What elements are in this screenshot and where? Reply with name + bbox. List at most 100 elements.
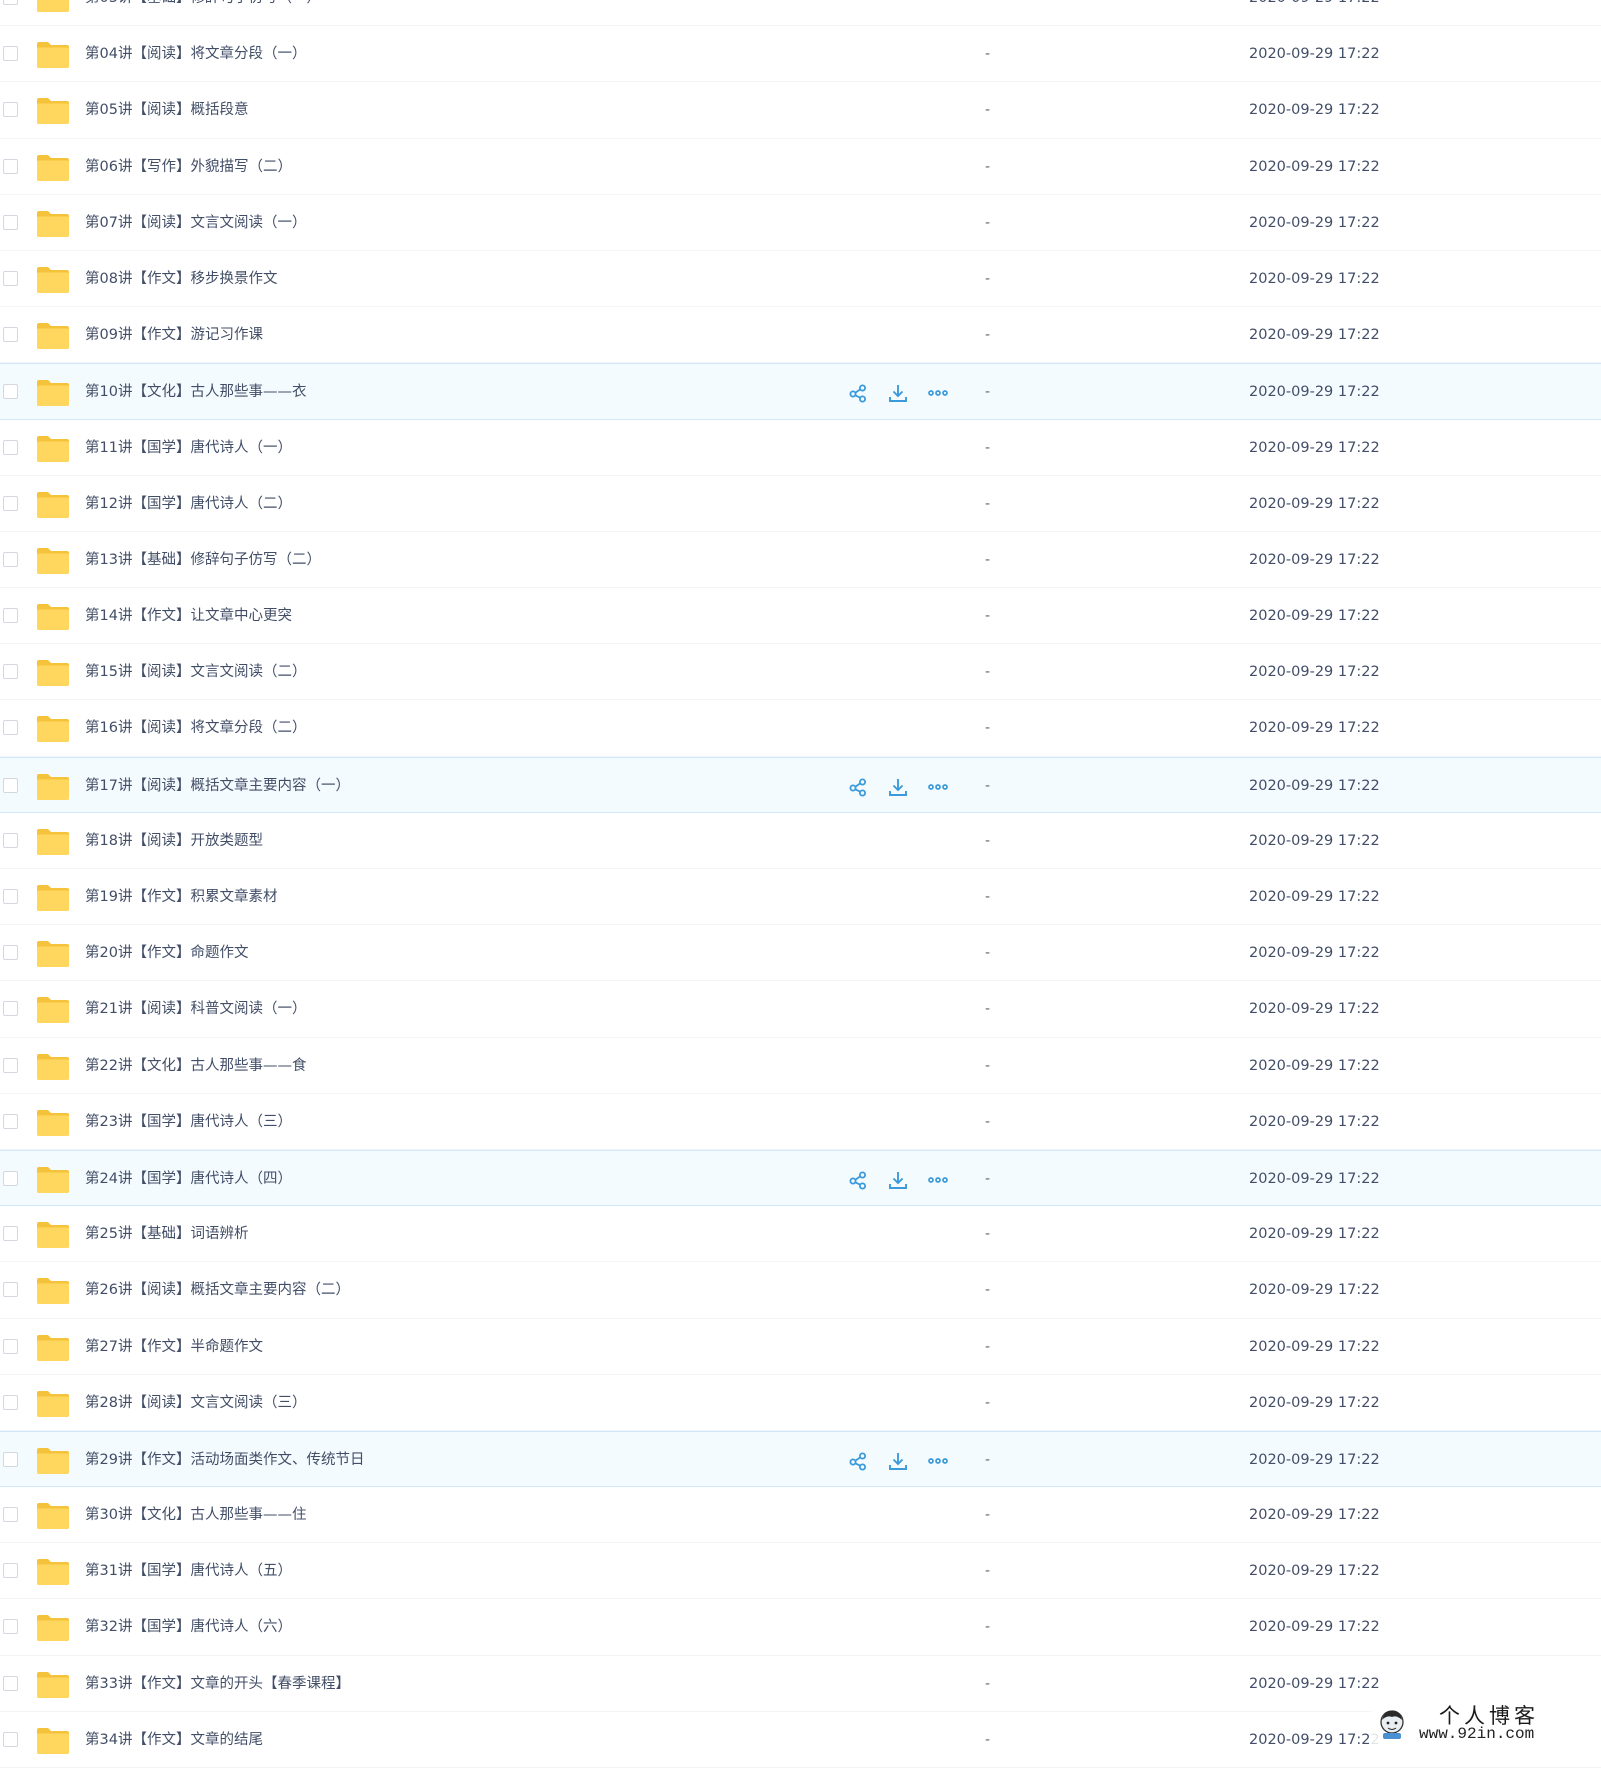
row-checkbox[interactable] (3, 270, 18, 286)
file-name[interactable]: 第03讲【基础】修辞句子仿写（一） (85, 0, 321, 26)
folder-icon[interactable] (36, 322, 70, 350)
row-checkbox[interactable] (3, 720, 18, 736)
file-name[interactable]: 第14讲【作文】让文章中心更突 (85, 588, 292, 644)
folder-icon[interactable] (36, 603, 70, 631)
more-icon[interactable] (926, 1168, 950, 1192)
folder-icon[interactable] (36, 41, 70, 69)
file-name[interactable]: 第29讲【作文】活动场面类作文、传统节日 (85, 1432, 364, 1488)
file-row[interactable]: 第20讲【作文】命题作文 - 2020-09-29 17:22 (0, 925, 1601, 982)
share-icon[interactable] (846, 1449, 870, 1473)
file-row[interactable]: 第25讲【基础】词语辨析 - 2020-09-29 17:22 (0, 1206, 1601, 1263)
row-checkbox[interactable] (3, 889, 18, 904)
row-checkbox[interactable] (3, 1282, 18, 1298)
folder-icon[interactable] (36, 1558, 70, 1586)
row-checkbox[interactable] (3, 551, 18, 567)
download-icon[interactable] (886, 775, 910, 799)
row-checkbox[interactable] (3, 1001, 18, 1017)
row-checkbox[interactable] (3, 158, 18, 174)
file-name[interactable]: 第30讲【文化】古人那些事——住 (85, 1487, 306, 1543)
file-name[interactable]: 第21讲【阅读】科普文阅读（一） (85, 981, 306, 1037)
row-checkbox[interactable] (3, 1731, 18, 1747)
file-row[interactable]: 第14讲【作文】让文章中心更突 - 2020-09-29 17:22 (0, 588, 1601, 645)
file-name[interactable]: 第10讲【文化】古人那些事——衣 (85, 364, 306, 420)
file-name[interactable]: 第32讲【国学】唐代诗人（六） (85, 1599, 292, 1655)
file-row[interactable]: 第15讲【阅读】文言文阅读（二） - 2020-09-29 17:22 (0, 644, 1601, 701)
file-row[interactable]: 第18讲【阅读】开放类题型 - 2020-09-29 17:22 (0, 813, 1601, 869)
row-checkbox[interactable] (3, 214, 18, 230)
row-checkbox[interactable] (3, 327, 18, 343)
file-name[interactable]: 第16讲【阅读】将文章分段（二） (85, 700, 306, 756)
folder-icon[interactable] (36, 1502, 70, 1530)
folder-icon[interactable] (36, 996, 70, 1024)
row-checkbox[interactable] (3, 777, 18, 793)
row-checkbox[interactable] (3, 46, 18, 62)
row-checkbox[interactable] (3, 1113, 18, 1129)
file-name[interactable]: 第04讲【阅读】将文章分段（一） (85, 26, 306, 82)
row-checkbox[interactable] (3, 1675, 18, 1691)
file-name[interactable]: 第33讲【作文】文章的开头【春季课程】 (85, 1656, 350, 1712)
share-icon[interactable] (846, 775, 870, 799)
file-name[interactable]: 第19讲【作文】积累文章素材 (85, 869, 277, 925)
folder-icon[interactable] (36, 773, 70, 801)
folder-icon[interactable] (36, 0, 70, 13)
more-icon[interactable] (926, 381, 950, 405)
row-checkbox[interactable] (3, 1451, 18, 1467)
more-icon[interactable] (926, 1449, 950, 1473)
file-row[interactable]: 第29讲【作文】活动场面类作文、传统节日 - 2020-09-29 17:22 (0, 1430, 1601, 1488)
download-icon[interactable] (886, 1449, 910, 1473)
folder-icon[interactable] (36, 1671, 70, 1699)
folder-icon[interactable] (36, 97, 70, 125)
row-checkbox[interactable] (3, 1619, 18, 1635)
folder-icon[interactable] (36, 1447, 70, 1475)
file-row[interactable]: 第22讲【文化】古人那些事——食 - 2020-09-29 17:22 (0, 1038, 1601, 1094)
share-icon[interactable] (846, 381, 870, 405)
file-row[interactable]: 第05讲【阅读】概括段意 - 2020-09-29 17:22 (0, 82, 1601, 139)
file-row[interactable]: 第33讲【作文】文章的开头【春季课程】 - 2020-09-29 17:22 (0, 1656, 1601, 1712)
file-name[interactable]: 第31讲【国学】唐代诗人（五） (85, 1543, 292, 1599)
file-row[interactable]: 第34讲【作文】文章的结尾 - 2020-09-29 17:22 (0, 1712, 1601, 1768)
folder-icon[interactable] (36, 1277, 70, 1305)
folder-icon[interactable] (36, 1221, 70, 1249)
folder-icon[interactable] (36, 210, 70, 238)
file-row[interactable]: 第07讲【阅读】文言文阅读（一） - 2020-09-29 17:22 (0, 195, 1601, 251)
file-row[interactable]: 第04讲【阅读】将文章分段（一） - 2020-09-29 17:22 (0, 26, 1601, 83)
file-name[interactable]: 第08讲【作文】移步换景作文 (85, 251, 277, 307)
file-row[interactable]: 第21讲【阅读】科普文阅读（一） - 2020-09-29 17:22 (0, 981, 1601, 1038)
file-row[interactable]: 第12讲【国学】唐代诗人（二） - 2020-09-29 17:22 (0, 476, 1601, 532)
folder-icon[interactable] (36, 1053, 70, 1081)
row-checkbox[interactable] (3, 384, 18, 400)
file-row[interactable]: 第06讲【写作】外貌描写（二） - 2020-09-29 17:22 (0, 139, 1601, 195)
row-checkbox[interactable] (3, 495, 18, 511)
row-checkbox[interactable] (3, 832, 18, 848)
file-row[interactable]: 第31讲【国学】唐代诗人（五） - 2020-09-29 17:22 (0, 1543, 1601, 1600)
share-icon[interactable] (846, 1168, 870, 1192)
row-checkbox[interactable] (3, 1057, 18, 1073)
folder-icon[interactable] (36, 1727, 70, 1755)
file-row[interactable]: 第09讲【作文】游记习作课 - 2020-09-29 17:22 (0, 307, 1601, 364)
row-checkbox[interactable] (3, 102, 18, 118)
file-row[interactable]: 第19讲【作文】积累文章素材 - 2020-09-29 17:22 (0, 869, 1601, 926)
file-name[interactable]: 第27讲【作文】半命题作文 (85, 1319, 263, 1375)
file-row[interactable]: 第23讲【国学】唐代诗人（三） - 2020-09-29 17:22 (0, 1094, 1601, 1150)
folder-icon[interactable] (36, 1390, 70, 1418)
folder-icon[interactable] (36, 715, 70, 743)
file-name[interactable]: 第20讲【作文】命题作文 (85, 925, 248, 981)
folder-icon[interactable] (36, 1614, 70, 1642)
file-name[interactable]: 第34讲【作文】文章的结尾 (85, 1712, 263, 1768)
row-checkbox[interactable] (3, 1226, 18, 1242)
row-checkbox[interactable] (3, 1338, 18, 1354)
file-row[interactable]: 第24讲【国学】唐代诗人（四） - 2020-09-29 17:22 (0, 1149, 1601, 1207)
file-name[interactable]: 第26讲【阅读】概括文章主要内容（二） (85, 1262, 350, 1318)
folder-icon[interactable] (36, 1334, 70, 1362)
file-name[interactable]: 第17讲【阅读】概括文章主要内容（一） (85, 758, 350, 814)
folder-icon[interactable] (36, 1166, 70, 1194)
file-row[interactable]: 第08讲【作文】移步换景作文 - 2020-09-29 17:22 (0, 251, 1601, 308)
folder-icon[interactable] (36, 379, 70, 407)
row-checkbox[interactable] (3, 664, 18, 680)
file-name[interactable]: 第24讲【国学】唐代诗人（四） (85, 1151, 292, 1207)
folder-icon[interactable] (36, 940, 70, 968)
file-name[interactable]: 第06讲【写作】外貌描写（二） (85, 139, 292, 195)
file-row[interactable]: 第30讲【文化】古人那些事——住 - 2020-09-29 17:22 (0, 1487, 1601, 1544)
folder-icon[interactable] (36, 491, 70, 519)
download-icon[interactable] (886, 1168, 910, 1192)
